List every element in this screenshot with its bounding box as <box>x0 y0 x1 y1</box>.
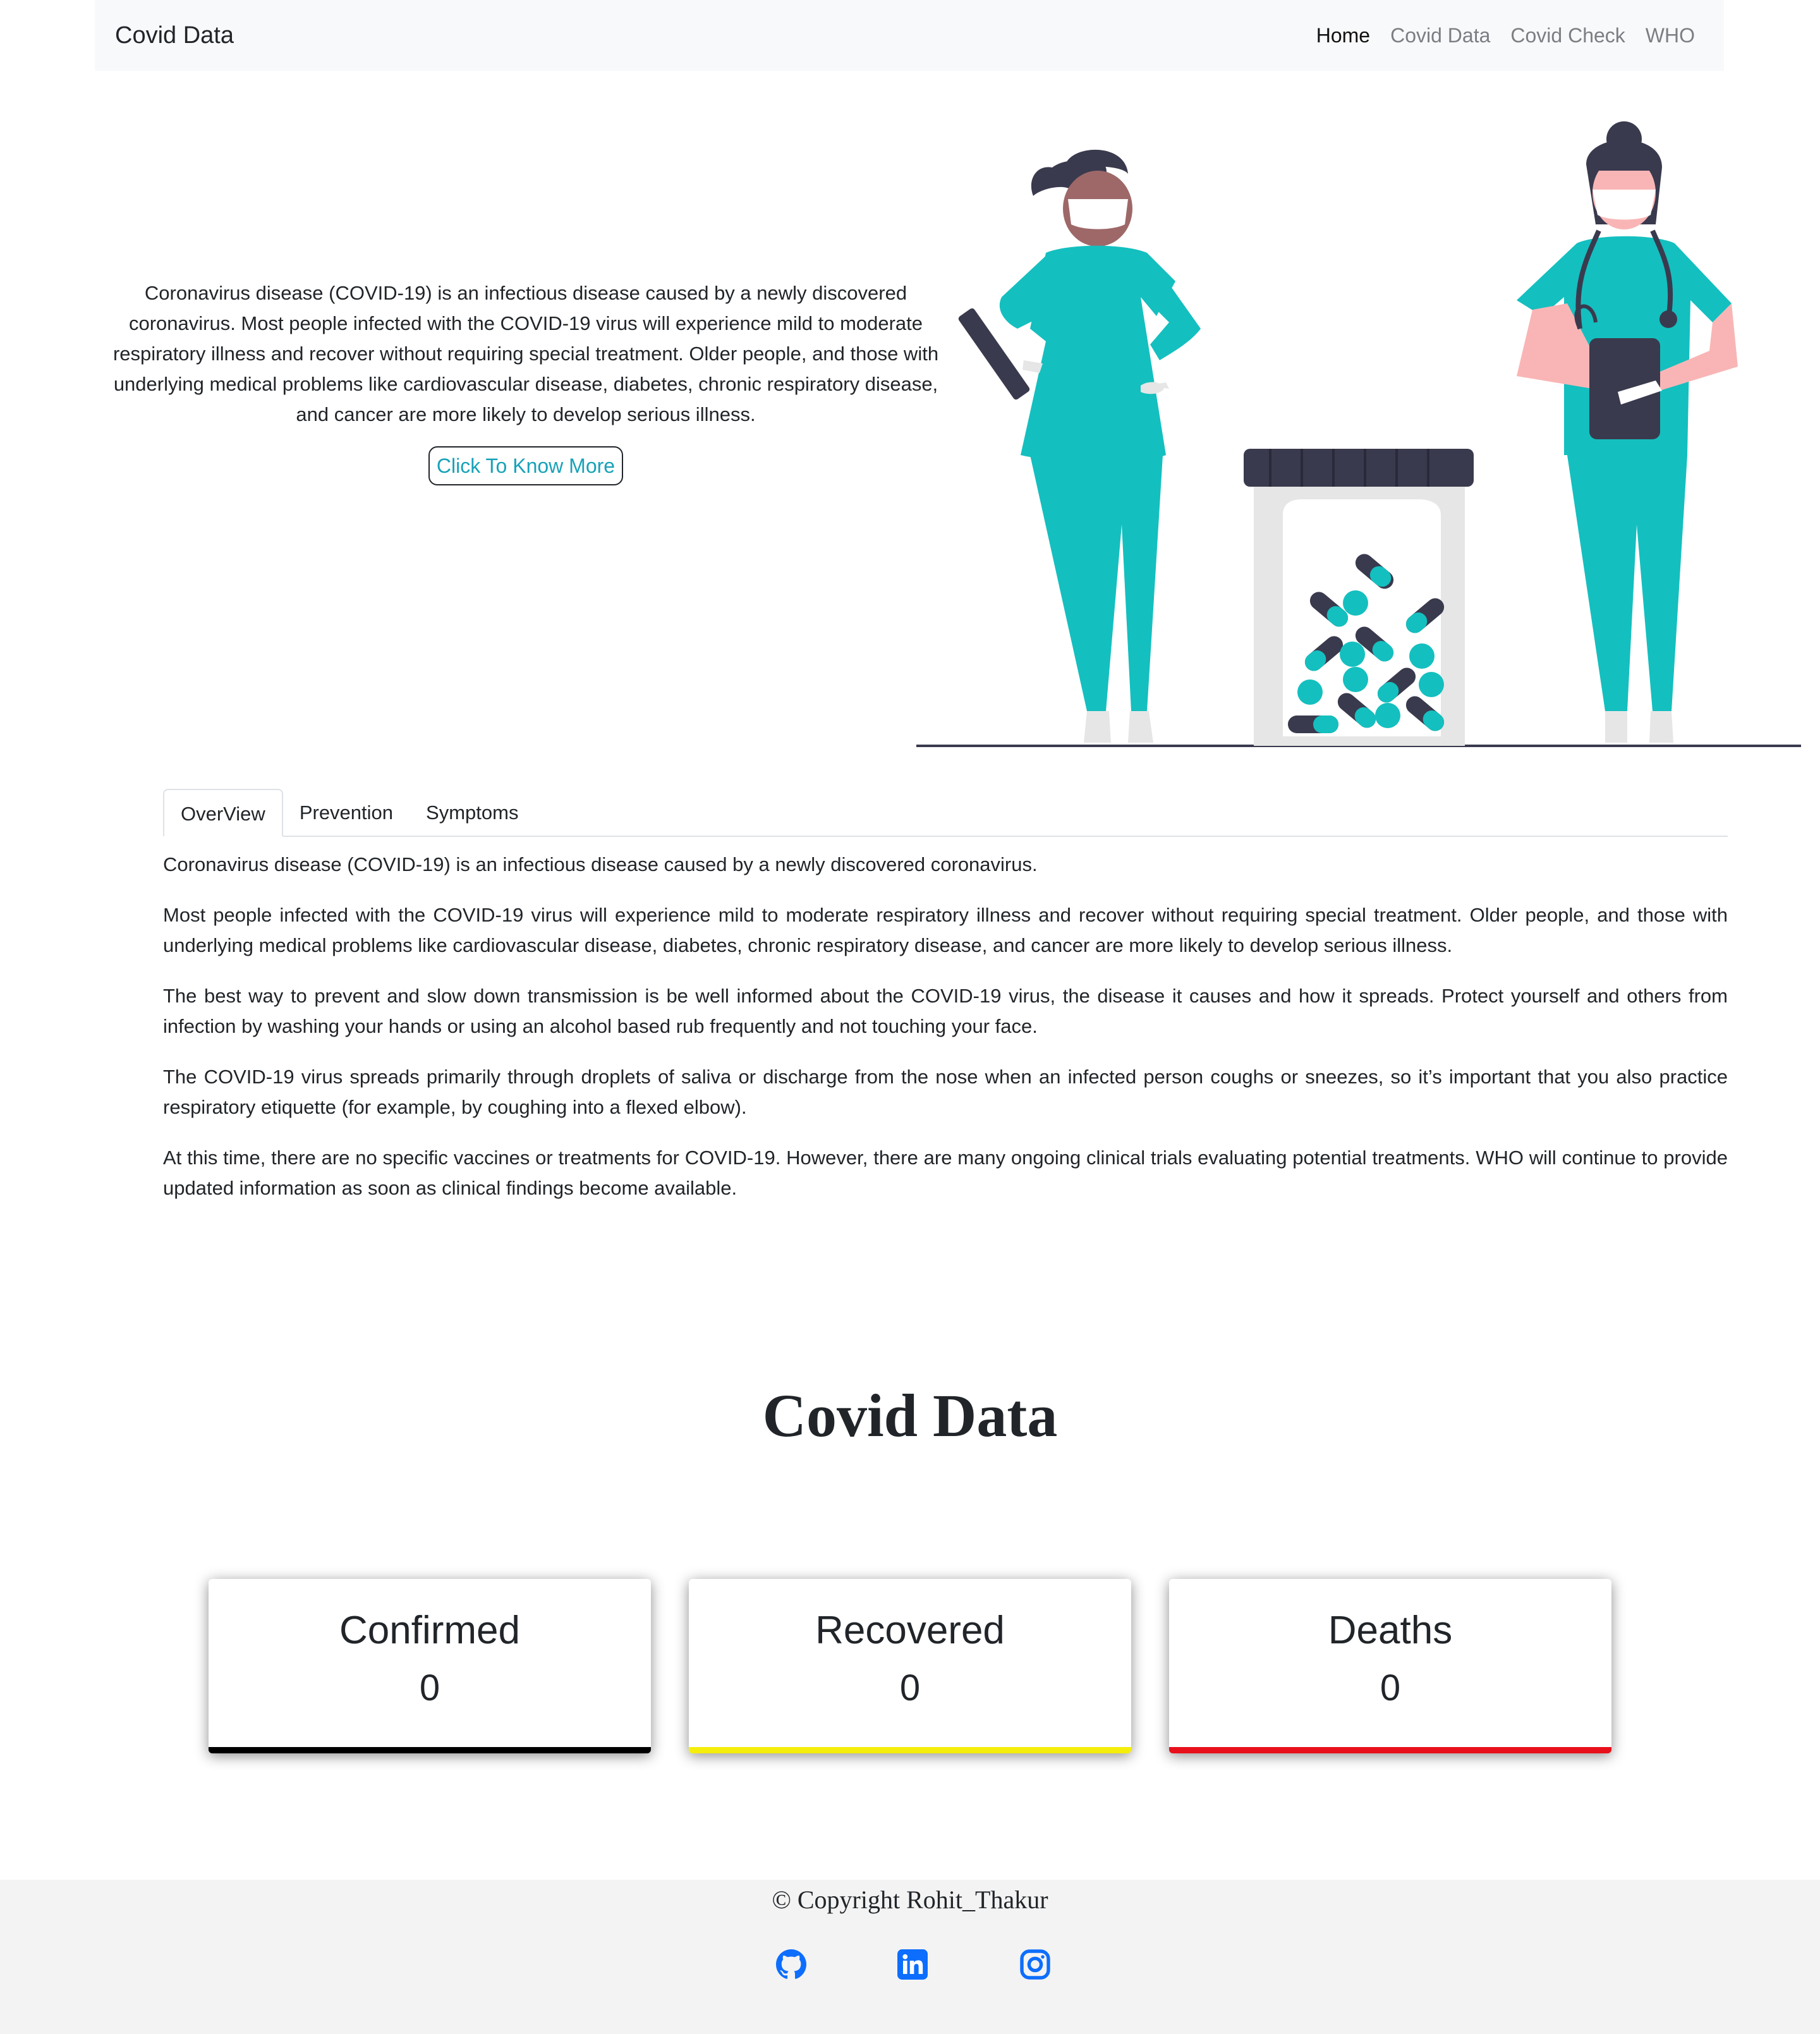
instagram-icon[interactable] <box>1020 1949 1050 1980</box>
nav-link-home[interactable]: Home <box>1316 21 1370 49</box>
tab-overview[interactable]: OverView <box>163 789 283 837</box>
nav-link-who[interactable]: WHO <box>1646 21 1695 49</box>
doctor-right <box>1517 121 1738 743</box>
navbar-brand[interactable]: Covid Data <box>115 20 234 51</box>
nav-link-covid-check[interactable]: Covid Check <box>1510 21 1625 49</box>
card-accent-bar <box>209 1747 651 1753</box>
pill-jar <box>1244 449 1474 746</box>
card-value: 0 <box>899 1667 921 1708</box>
github-icon[interactable] <box>776 1949 806 1980</box>
footer: © Copyright Rohit_Thakur <box>0 1880 1820 2034</box>
doctors-illustration <box>916 121 1801 747</box>
confirmed-card: Confirmed 0 <box>209 1579 651 1753</box>
deaths-card: Deaths 0 <box>1169 1579 1611 1753</box>
card-label: Confirmed <box>339 1609 520 1652</box>
overview-paragraph: At this time, there are no specific vacc… <box>163 1147 1728 1199</box>
recovered-card: Recovered 0 <box>689 1579 1131 1753</box>
card-value: 0 <box>419 1667 440 1708</box>
covid-data-title: Covid Data <box>762 1382 1058 1449</box>
nav-links: Home Covid Data Covid Check WHO <box>1316 21 1695 49</box>
overview-paragraph: The COVID-19 virus spreads primarily thr… <box>163 1066 1728 1118</box>
card-label: Deaths <box>1328 1609 1453 1652</box>
hero-text: Coronavirus disease (COVID-19) is an inf… <box>112 282 939 425</box>
copyright-text: © Copyright Rohit_Thakur <box>772 1885 1048 1914</box>
navbar: Covid Data Home Covid Data Covid Check W… <box>95 0 1724 71</box>
overview-paragraph: The best way to prevent and slow down tr… <box>163 985 1728 1037</box>
info-tabs: OverView Prevention Symptoms <box>163 789 1728 837</box>
card-value: 0 <box>1380 1667 1401 1708</box>
nav-link-covid-data[interactable]: Covid Data <box>1390 21 1490 49</box>
tab-prevention[interactable]: Prevention <box>283 789 410 837</box>
linkedin-icon[interactable] <box>897 1949 928 1980</box>
overview-panel: Coronavirus disease (COVID-19) is an inf… <box>163 850 1728 1224</box>
card-accent-bar <box>689 1747 1131 1753</box>
card-label: Recovered <box>815 1609 1005 1652</box>
card-accent-bar <box>1169 1747 1611 1753</box>
overview-paragraph: Most people infected with the COVID-19 v… <box>163 904 1728 956</box>
doctor-left <box>958 149 1201 743</box>
overview-paragraph: Coronavirus disease (COVID-19) is an inf… <box>163 853 1038 875</box>
know-more-button[interactable]: Click To Know More <box>428 446 623 485</box>
tab-symptoms[interactable]: Symptoms <box>410 789 535 837</box>
